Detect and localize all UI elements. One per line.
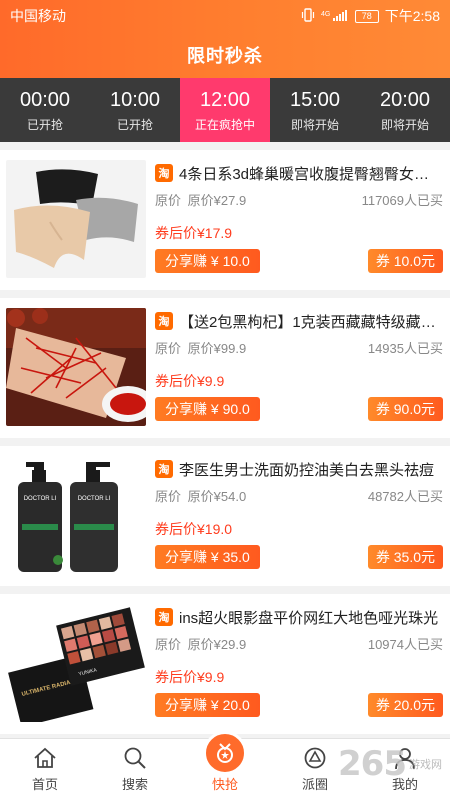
after-coupon-price: 券后价¥9.9	[155, 373, 225, 389]
app-header: 中国移动 4G 78 下午2:58 限时秒杀	[0, 0, 450, 78]
after-coupon-price: 券后价¥17.9	[155, 225, 233, 241]
nav-flash-sale[interactable]: 快抢	[180, 731, 270, 800]
clock: 下午2:58	[384, 8, 440, 24]
tab-time: 00:00	[19, 88, 71, 111]
original-label: 原价	[155, 341, 182, 356]
product-image[interactable]	[6, 308, 146, 426]
coupon-button[interactable]: 券 90.0元	[367, 397, 443, 421]
tab-2000[interactable]: 20:00 即将开始	[360, 78, 450, 142]
product-card[interactable]: 淘 【送2包黑枸杞】1克装西藏藏特级藏红花 原价 原价¥99.9 14935人已…	[0, 298, 450, 438]
svg-text:4G: 4G	[321, 11, 330, 18]
share-earn-button[interactable]: 分享赚 ¥ 10.0	[155, 249, 260, 273]
product-brand-label: DOCTOR LI	[78, 496, 111, 502]
tab-time: 15:00	[289, 88, 341, 111]
coupon-button[interactable]: 券 35.0元	[367, 545, 443, 569]
sold-count: 10974人已买	[367, 637, 443, 652]
share-earn-button[interactable]: 分享赚 ¥ 90.0	[155, 397, 260, 421]
product-image[interactable]: DOCTOR LI DOCTOR LI	[6, 456, 146, 574]
watermark-text: 游戏网	[409, 759, 442, 771]
nav-home[interactable]: 首页	[0, 739, 90, 800]
tab-time: 20:00	[379, 88, 431, 111]
coupon-button[interactable]: 券 10.0元	[367, 249, 443, 273]
original-label: 原价	[155, 637, 182, 652]
original-label: 原价	[155, 193, 182, 208]
carrier-name: 中国移动	[10, 8, 66, 24]
coupon-button[interactable]: 券 20.0元	[367, 693, 443, 717]
circle-icon	[302, 746, 328, 770]
original-price: 原价¥27.9	[187, 193, 247, 208]
product-card[interactable]: ULTIMATE RADIANCE 16 YUNIKA 淘 ins超火眼影盘平价…	[0, 594, 450, 734]
tab-status: 即将开始	[290, 117, 339, 132]
status-bar: 中国移动 4G 78 下午2:58	[0, 0, 450, 32]
tab-1500[interactable]: 15:00 即将开始	[270, 78, 360, 142]
product-card[interactable]: DOCTOR LI DOCTOR LI 淘 李医生男士洗面奶控油美白去黑头祛痘 …	[0, 446, 450, 586]
share-earn-button[interactable]: 分享赚 ¥ 35.0	[155, 545, 260, 569]
vibrate-icon	[301, 7, 315, 25]
home-icon	[32, 746, 58, 770]
original-price: 原价¥54.0	[187, 489, 247, 504]
after-coupon-price: 券后价¥9.9	[155, 669, 225, 685]
original-price: 原价¥29.9	[187, 637, 247, 652]
product-brand-label: DOCTOR LI	[24, 496, 57, 502]
tab-time: 10:00	[109, 88, 161, 111]
watermark-number: 265	[338, 744, 407, 784]
taobao-icon: 淘	[155, 460, 173, 478]
tab-0000[interactable]: 00:00 已开抢	[0, 78, 90, 142]
site-watermark: 265 游戏网	[338, 744, 442, 784]
tab-status: 即将开始	[380, 117, 429, 132]
sold-count: 48782人已买	[367, 489, 443, 504]
nav-label: 首页	[31, 777, 58, 792]
product-title[interactable]: 4条日系3d蜂巢暖宫收腹提臀翘臀女士内裤	[179, 163, 443, 184]
nav-label: 派圈	[301, 777, 328, 792]
flash-sale-icon	[203, 731, 247, 775]
signal-icon: 4G	[321, 8, 349, 25]
product-title[interactable]: 【送2包黑枸杞】1克装西藏藏特级藏红花	[179, 311, 443, 332]
tab-time: 12:00	[199, 88, 251, 111]
product-card[interactable]: 淘 4条日系3d蜂巢暖宫收腹提臀翘臀女士内裤 原价 原价¥27.9 117069…	[0, 150, 450, 290]
original-label: 原价	[155, 489, 182, 504]
taobao-icon: 淘	[155, 164, 173, 182]
original-price: 原价¥99.9	[187, 341, 247, 356]
product-list: 淘 4条日系3d蜂巢暖宫收腹提臀翘臀女士内裤 原价 原价¥27.9 117069…	[0, 142, 450, 738]
taobao-icon: 淘	[155, 608, 173, 626]
nav-search[interactable]: 搜索	[90, 739, 180, 800]
page-title: 限时秒杀	[187, 46, 263, 66]
product-title[interactable]: 李医生男士洗面奶控油美白去黑头祛痘	[179, 459, 443, 480]
search-icon	[122, 746, 148, 770]
tab-status: 已开抢	[116, 117, 153, 132]
tab-1000[interactable]: 10:00 已开抢	[90, 78, 180, 142]
after-coupon-price: 券后价¥19.0	[155, 521, 233, 537]
time-slot-tabs: 00:00 已开抢 10:00 已开抢 12:00 正在疯抢中 15:00 即将…	[0, 78, 450, 142]
tab-status: 正在疯抢中	[194, 117, 255, 132]
battery-icon: 78	[354, 9, 379, 23]
sold-count: 14935人已买	[367, 341, 443, 356]
product-image[interactable]	[6, 160, 146, 278]
tab-1200[interactable]: 12:00 正在疯抢中	[180, 78, 270, 142]
nav-label: 快抢	[211, 777, 238, 792]
nav-label: 搜索	[121, 777, 148, 792]
sold-count: 117069人已买	[361, 193, 443, 208]
product-title[interactable]: ins超火眼影盘平价网红大地色哑光珠光	[179, 607, 443, 628]
status-icons: 4G 78 下午2:58	[301, 6, 440, 26]
taobao-icon: 淘	[155, 312, 173, 330]
share-earn-button[interactable]: 分享赚 ¥ 20.0	[155, 693, 260, 717]
product-image[interactable]: ULTIMATE RADIANCE 16 YUNIKA	[6, 604, 146, 722]
tab-status: 已开抢	[26, 117, 63, 132]
